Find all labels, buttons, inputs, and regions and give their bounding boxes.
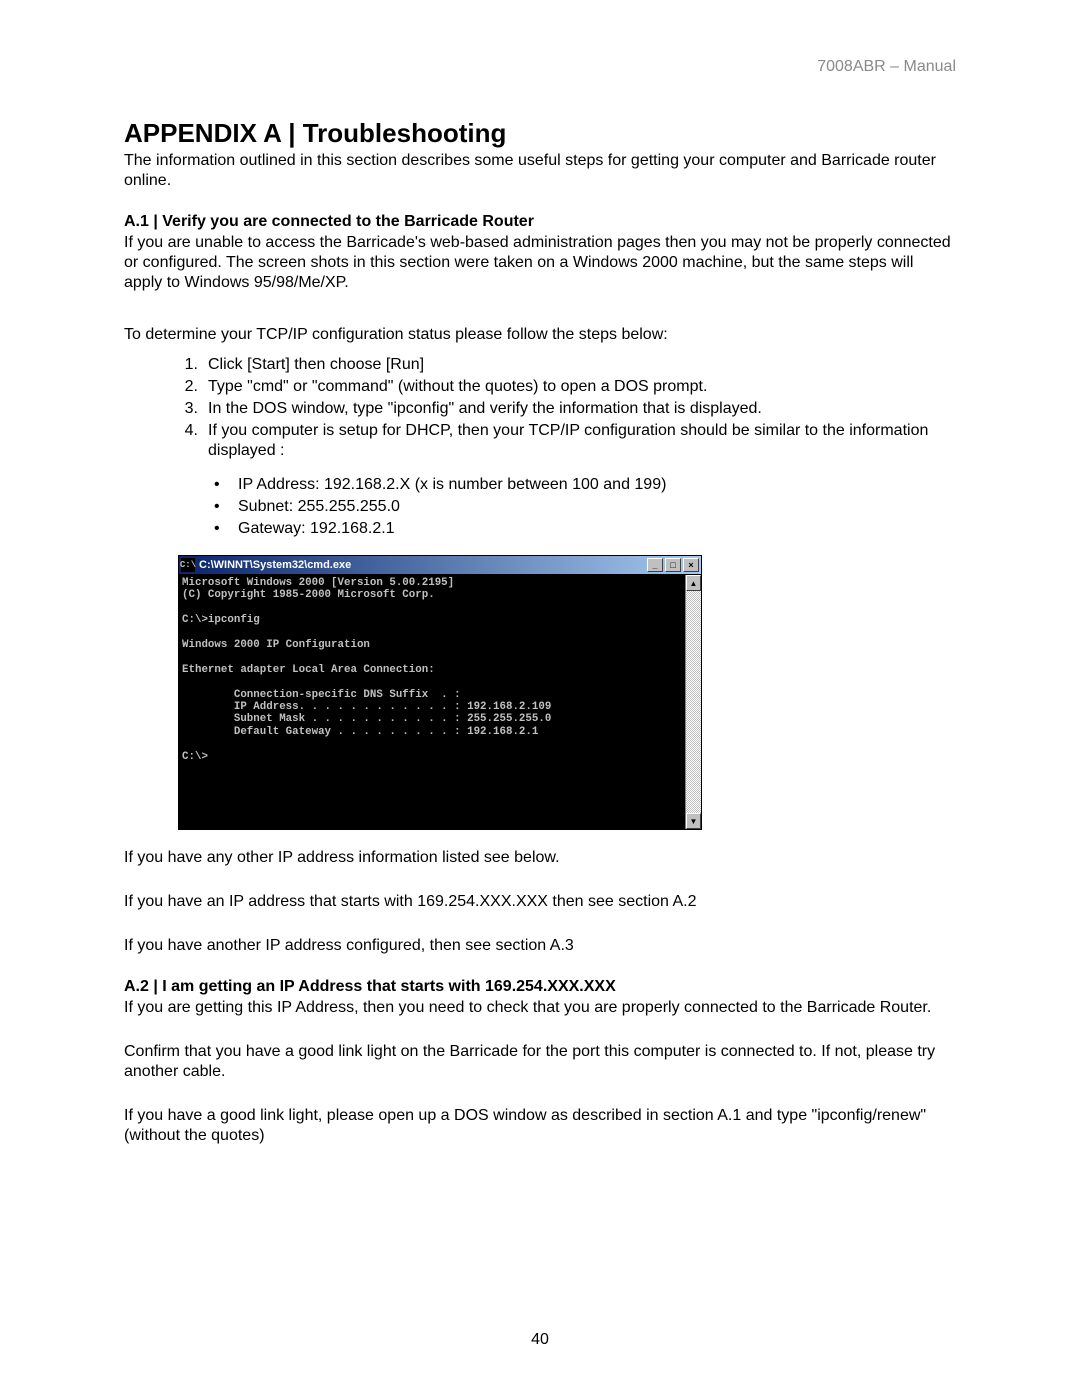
list-item: 1. Click [Start] then choose [Run] <box>178 355 956 375</box>
page-title: APPENDIX A | Troubleshooting <box>124 118 956 149</box>
bullet-icon: • <box>214 519 224 539</box>
section-a1-after2: If you have an IP address that starts wi… <box>124 892 956 912</box>
bullet-icon: • <box>214 475 224 495</box>
list-text: Gateway: 192.168.2.1 <box>238 519 956 539</box>
cmd-titlebar: C:\ C:\WINNT\System32\cmd.exe _ □ × <box>178 555 702 574</box>
section-a1-heading: A.1 | Verify you are connected to the Ba… <box>124 213 956 231</box>
list-number: 3. <box>178 399 198 419</box>
list-number: 2. <box>178 377 198 397</box>
scroll-up-button[interactable]: ▲ <box>686 575 701 591</box>
list-text: IP Address: 192.168.2.X (x is number bet… <box>238 475 956 495</box>
list-item: 4.If you computer is setup for DHCP, the… <box>178 421 956 461</box>
intro-paragraph: The information outlined in this section… <box>124 151 956 191</box>
section-a1-p2: To determine your TCP/IP configuration s… <box>124 325 956 345</box>
list-text: In the DOS window, type "ipconfig" and v… <box>208 399 956 419</box>
bullet-icon: • <box>214 497 224 517</box>
section-a2-p1: If you are getting this IP Address, then… <box>124 998 956 1018</box>
list-item: 2. Type "cmd" or "command" (without the q… <box>178 377 956 397</box>
list-text: Click [Start] then choose [Run] <box>208 355 956 375</box>
cmd-output: Microsoft Windows 2000 [Version 5.00.219… <box>179 575 685 829</box>
section-a1-after1: If you have any other IP address informa… <box>124 848 956 868</box>
bullet-list: • IP Address: 192.168.2.X (x is number be… <box>214 475 956 539</box>
cmd-window-figure: C:\ C:\WINNT\System32\cmd.exe _ □ × Micr… <box>178 555 702 830</box>
steps-list: 1. Click [Start] then choose [Run] 2. Type… <box>178 355 956 461</box>
minimize-button[interactable]: _ <box>647 558 663 572</box>
list-text: Type "cmd" or "command" (without the quo… <box>208 377 956 397</box>
scrollbar[interactable]: ▲ ▼ <box>685 575 701 829</box>
close-button[interactable]: × <box>683 558 699 572</box>
section-a1-p1: If you are unable to access the Barricad… <box>124 233 956 293</box>
list-item: • Gateway: 192.168.2.1 <box>214 519 956 539</box>
page-content: APPENDIX A | Troubleshooting The informa… <box>124 118 956 1146</box>
list-number: 1. <box>178 355 198 375</box>
list-number: 4. <box>178 421 198 461</box>
cmd-title: C:\WINNT\System32\cmd.exe <box>199 559 647 571</box>
section-a2-p2: Confirm that you have a good link light … <box>124 1042 956 1082</box>
cmd-icon: C:\ <box>181 558 195 572</box>
list-item: 3. In the DOS window, type "ipconfig" and… <box>178 399 956 419</box>
section-a1-after3: If you have another IP address configure… <box>124 936 956 956</box>
page-number: 40 <box>0 1331 1080 1349</box>
scrollbar-track[interactable] <box>686 591 701 813</box>
list-item: • Subnet: 255.255.255.0 <box>214 497 956 517</box>
list-text: Subnet: 255.255.255.0 <box>238 497 956 517</box>
scroll-down-button[interactable]: ▼ <box>686 813 701 829</box>
maximize-button[interactable]: □ <box>665 558 681 572</box>
list-text: If you computer is setup for DHCP, then … <box>208 421 956 461</box>
list-item: • IP Address: 192.168.2.X (x is number be… <box>214 475 956 495</box>
document-header: 7008ABR – Manual <box>817 58 956 76</box>
section-a2-p3: If you have a good link light, please op… <box>124 1106 956 1146</box>
section-a2-heading: A.2 | I am getting an IP Address that st… <box>124 978 956 996</box>
